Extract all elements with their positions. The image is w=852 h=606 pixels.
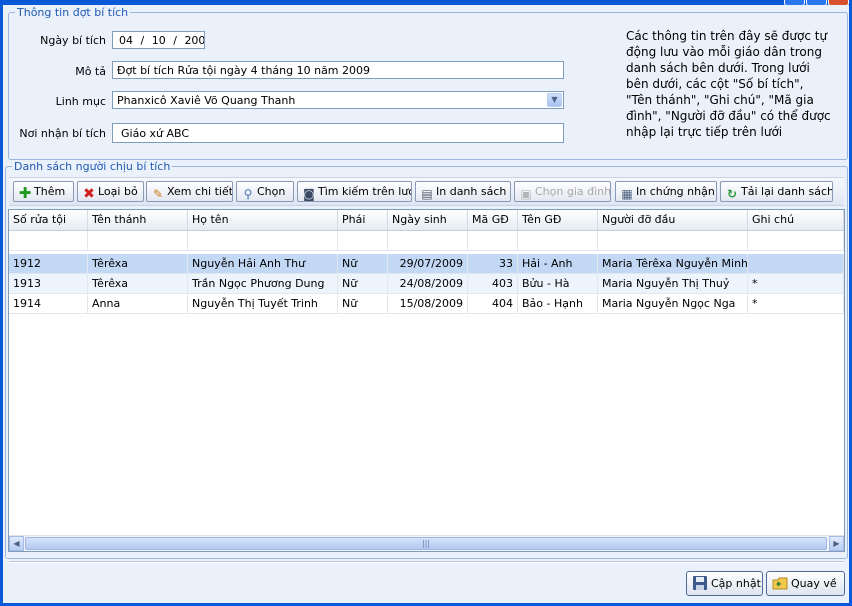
print-certificate-button[interactable]: ▦ In chứng nhận [615,181,717,202]
view-details-button[interactable]: ✎ Xem chi tiết [146,181,233,202]
printer-icon: ▤ [421,187,433,201]
refresh-icon: ↻ [726,187,738,201]
magnifier-icon: ⚲ [243,187,253,201]
choose-family-button[interactable]: ▣ Chọn gia đình [514,181,611,202]
scroll-right-icon[interactable]: ▶ [829,536,844,551]
sacrament-info-legend: Thông tin đợt bí tích [17,6,129,19]
scroll-left-icon[interactable]: ◀ [9,536,24,551]
col-header-family-name[interactable]: Tên GĐ [518,210,598,230]
description-label: Mô tả [75,65,106,78]
col-header-note[interactable]: Ghi chú [748,210,844,230]
col-header-baptism-no[interactable]: Số rửa tội [9,210,88,230]
date-year: 2009 [184,34,205,47]
place-label: Nơi nhận bí tích [19,127,106,140]
footer-separator [9,561,844,563]
col-header-family-code[interactable]: Mã GĐ [468,210,518,230]
table-row[interactable]: 1913 Têrêxa Trần Ngọc Phương Dung Nữ 24/… [9,274,844,294]
info-note: Các thông tin trên đây sẽ được tự động l… [626,29,831,139]
col-header-birth-date[interactable]: Ngày sinh [388,210,468,230]
priest-value: Phanxicô Xaviê Võ Quang Thanh [117,94,296,107]
grid-filter-row[interactable] [9,231,844,251]
col-header-saint-name[interactable]: Tên thánh [88,210,188,230]
col-header-gender[interactable]: Phái [338,210,388,230]
reload-list-button[interactable]: ↻ Tải lại danh sách [720,181,833,202]
date-field[interactable]: 04 / 10 / 2009 [112,31,205,49]
priest-label: Linh mục [55,95,106,108]
chevron-down-icon[interactable]: ▼ [547,93,562,107]
scrollbar-thumb[interactable]: ||| [25,537,827,550]
col-header-full-name[interactable]: Họ tên [188,210,338,230]
save-disk-icon [692,575,708,591]
priest-combobox[interactable]: Phanxicô Xaviê Võ Quang Thanh ▼ [112,91,564,109]
back-button[interactable]: Quay về [766,571,845,596]
choose-button[interactable]: ⚲ Chọn [236,181,294,202]
binoculars-icon: ◙ [303,187,315,201]
col-header-godparent[interactable]: Người đỡ đầu [598,210,748,230]
date-label: Ngày bí tích [40,34,106,47]
table-row[interactable]: 1912 Têrêxa Nguyễn Hải Anh Thư Nữ 29/07/… [9,254,844,274]
plus-icon: ✚ [18,184,32,202]
grid-header: Số rửa tội Tên thánh Họ tên Phái Ngày si… [9,210,844,231]
place-field[interactable]: Giáo xứ ABC [112,123,564,143]
update-button[interactable]: Cập nhật [686,571,763,596]
add-button[interactable]: ✚ Thêm [13,181,74,202]
date-day: 04 [119,34,133,47]
delete-x-icon: ✖ [83,186,95,202]
horizontal-scrollbar[interactable]: ◀ ||| ▶ [9,535,844,551]
certificate-icon: ▦ [621,187,633,201]
recipients-legend: Danh sách người chịu bí tích [14,160,171,173]
family-icon: ▣ [520,187,532,201]
table-row[interactable]: 1914 Anna Nguyễn Thị Tuyết Trinh Nữ 15/0… [9,294,844,314]
folder-back-icon [772,575,788,591]
grid-toolbar: ✚ Thêm ✖ Loại bỏ ✎ Xem chi tiết ⚲ Chọn ◙ Tìm … [9,177,844,206]
description-field[interactable]: Đợt bí tích Rửa tội ngày 4 tháng 10 năm … [112,61,564,79]
search-grid-button[interactable]: ◙ Tìm kiếm trên lưới [297,181,412,202]
remove-button[interactable]: ✖ Loại bỏ [77,181,144,202]
date-month: 10 [151,34,166,47]
print-list-button[interactable]: ▤ In danh sách [415,181,511,202]
recipients-grid[interactable]: Số rửa tội Tên thánh Họ tên Phái Ngày si… [8,209,845,552]
edit-note-icon: ✎ [152,187,164,201]
